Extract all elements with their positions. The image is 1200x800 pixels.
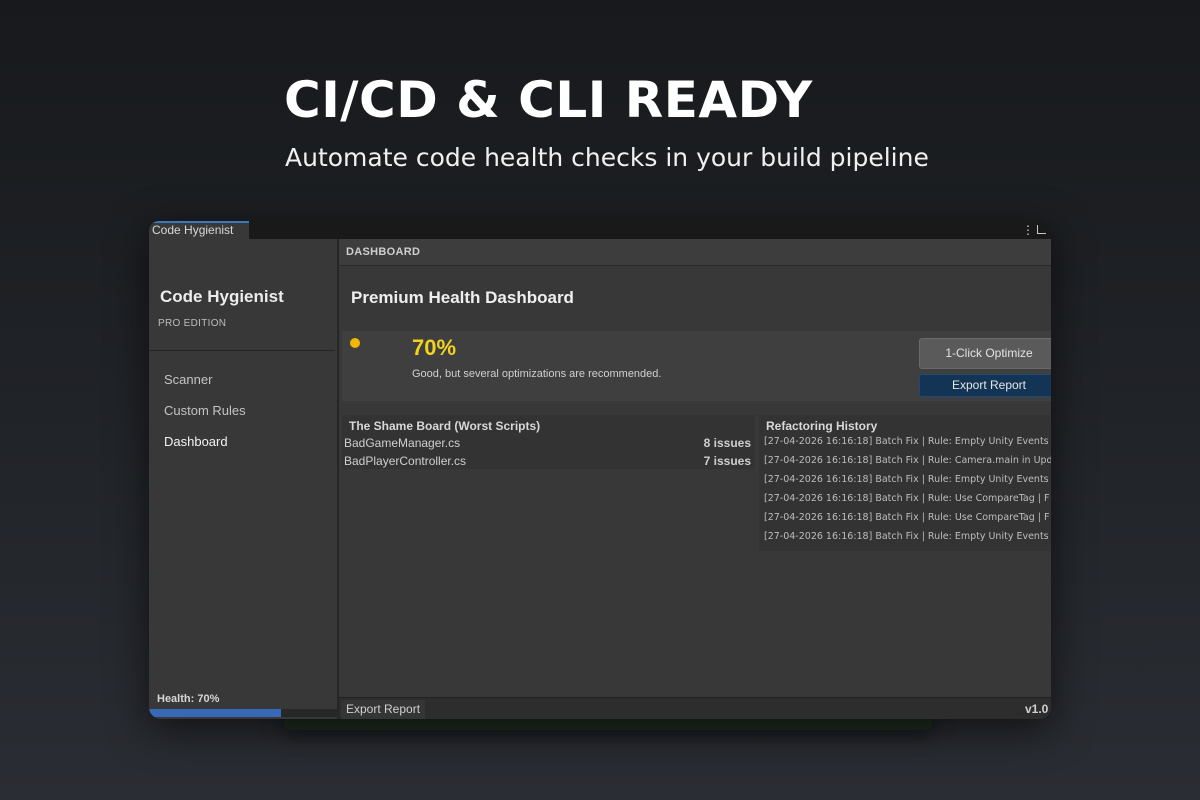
- health-progress-bar: [149, 709, 337, 717]
- health-progress-fill: [149, 709, 281, 717]
- history-entry: [27-04-2026 16:16:18] Batch Fix | Rule: …: [764, 512, 1050, 523]
- issue-count: 8 issues: [703, 436, 751, 450]
- window-tab-bar: Code Hygienist ⋮: [149, 221, 1051, 239]
- footer-export-report-button[interactable]: Export Report: [341, 700, 426, 719]
- refactoring-history-panel: Refactoring History [27-04-2026 16:16:18…: [759, 415, 1051, 551]
- window-tab[interactable]: Code Hygienist: [149, 221, 249, 239]
- history-entry: [27-04-2026 16:16:18] Batch Fix | Rule: …: [764, 493, 1050, 504]
- health-score-value: 70%: [412, 335, 457, 360]
- history-title: Refactoring History: [766, 419, 878, 433]
- health-score-card: 70% Good, but several optimizations are …: [342, 331, 1051, 401]
- script-file-name: BadPlayerController.cs: [344, 454, 467, 468]
- status-indicator-icon: [350, 338, 360, 348]
- main-content: DASHBOARD Premium Health Dashboard 70% G…: [339, 239, 1051, 719]
- section-header: DASHBOARD: [339, 239, 1051, 266]
- history-entry: [27-04-2026 16:16:18] Batch Fix | Rule: …: [764, 531, 1049, 542]
- issue-count: 7 issues: [703, 454, 751, 468]
- footer-bar: Export Report v1.0: [339, 697, 1051, 719]
- sidebar-item-scanner[interactable]: Scanner: [149, 366, 335, 394]
- history-entry: [27-04-2026 16:16:18] Batch Fix | Rule: …: [764, 436, 1049, 447]
- one-click-optimize-button[interactable]: 1-Click Optimize: [919, 338, 1051, 369]
- brand-title: Code Hygienist: [160, 287, 284, 306]
- hero-subtitle: Automate code health checks in your buil…: [285, 143, 929, 172]
- edition-label: PRO EDITION: [158, 318, 227, 329]
- export-report-button[interactable]: Export Report: [919, 374, 1051, 397]
- script-file-name: BadGameManager.cs: [344, 436, 461, 450]
- shame-board-title: The Shame Board (Worst Scripts): [349, 419, 541, 433]
- sidebar-item-custom-rules[interactable]: Custom Rules: [149, 397, 335, 425]
- version-label: v1.0: [1025, 702, 1049, 716]
- list-item[interactable]: BadPlayerController.cs 7 issues: [342, 452, 755, 470]
- shame-board-panel: The Shame Board (Worst Scripts) BadGameM…: [342, 415, 755, 469]
- sidebar: Code Hygienist PRO EDITION Scanner Custo…: [149, 239, 339, 719]
- list-item[interactable]: BadGameManager.cs 8 issues: [342, 434, 755, 452]
- code-hygienist-window: Code Hygienist ⋮ Code Hygienist PRO EDIT…: [149, 221, 1051, 719]
- health-score-message: Good, but several optimizations are reco…: [412, 368, 662, 380]
- maximize-icon[interactable]: [1037, 225, 1046, 234]
- history-entry: [27-04-2026 16:16:18] Batch Fix | Rule: …: [764, 474, 1049, 485]
- sidebar-divider: [149, 350, 335, 351]
- hero-title: CI/CD & CLI READY: [284, 71, 813, 129]
- health-label: Health: 70%: [157, 693, 220, 705]
- history-entry: [27-04-2026 16:16:18] Batch Fix | Rule: …: [764, 455, 1051, 466]
- kebab-menu-icon[interactable]: ⋮: [1022, 223, 1034, 237]
- sidebar-item-dashboard[interactable]: Dashboard: [149, 428, 335, 456]
- page-title: Premium Health Dashboard: [351, 288, 574, 307]
